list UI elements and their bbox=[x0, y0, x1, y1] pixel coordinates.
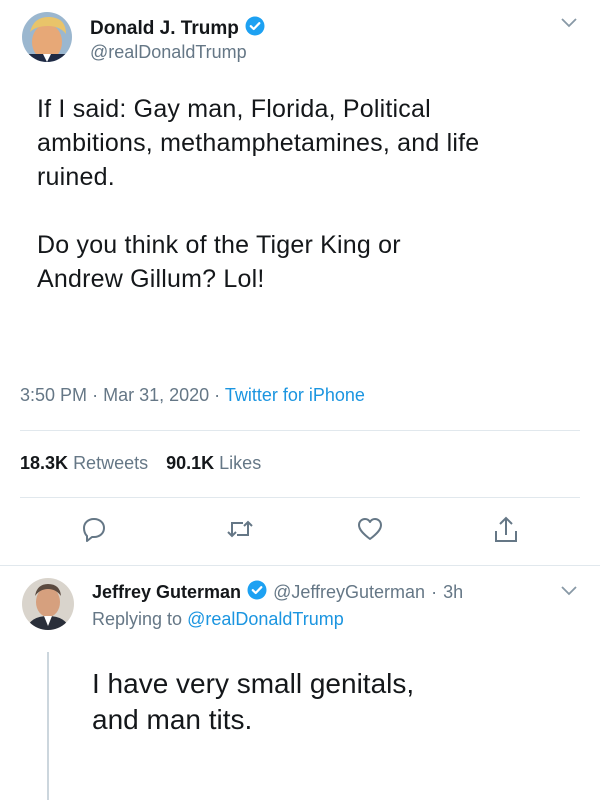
reply-author-row[interactable]: Jeffrey Guterman @JeffreyGuterman · 3h bbox=[92, 580, 463, 605]
replying-to: Replying to @realDonaldTrump bbox=[92, 609, 344, 630]
tweet-actions bbox=[0, 515, 600, 555]
meta-separator: · bbox=[92, 385, 99, 405]
divider bbox=[0, 565, 600, 566]
retweets-stat[interactable]: 18.3K Retweets bbox=[20, 453, 148, 474]
meta-separator: · bbox=[214, 385, 221, 405]
retweet-icon[interactable] bbox=[225, 515, 255, 548]
reply-age: 3h bbox=[443, 582, 464, 602]
reply-text-line: I have very small genitals, bbox=[92, 668, 415, 699]
author-avatar[interactable] bbox=[22, 12, 72, 62]
verified-badge-icon bbox=[247, 580, 267, 605]
replying-prefix: Replying to bbox=[92, 609, 183, 629]
author-handle[interactable]: @realDonaldTrump bbox=[90, 42, 247, 63]
retweets-label: Retweets bbox=[73, 453, 149, 473]
tweet-stats: 18.3K Retweets 90.1K Likes bbox=[20, 453, 261, 474]
thread-line bbox=[47, 652, 49, 800]
reply-icon[interactable] bbox=[80, 515, 108, 548]
tweet-text-line: Andrew Gillum? Lol! bbox=[37, 265, 265, 293]
meta-separator: · bbox=[431, 582, 438, 602]
tweet-date[interactable]: Mar 31, 2020 bbox=[103, 385, 209, 405]
tweet-time: 3:50 PM bbox=[20, 385, 88, 405]
verified-badge-icon bbox=[245, 16, 265, 42]
likes-label: Likes bbox=[219, 453, 262, 473]
tweet-text-line: Do you think of the Tiger King or bbox=[37, 231, 401, 259]
divider bbox=[20, 497, 580, 498]
tweet-text-line: If I said: Gay man, Florida, Political bbox=[37, 95, 431, 123]
tweet-source-link[interactable]: Twitter for iPhone bbox=[225, 385, 365, 405]
tweet-meta: 3:50 PM · Mar 31, 2020 · Twitter for iPh… bbox=[20, 385, 365, 406]
divider bbox=[20, 430, 580, 431]
reply-author-avatar[interactable] bbox=[22, 578, 74, 630]
reply-author-name: Jeffrey Guterman bbox=[92, 582, 242, 602]
heart-icon[interactable] bbox=[356, 515, 384, 548]
reply-author-handle: @JeffreyGuterman bbox=[273, 582, 426, 602]
tweet-text-line: ambitions, methamphetamines, and life bbox=[37, 129, 480, 157]
chevron-down-icon[interactable] bbox=[560, 584, 578, 602]
retweets-count: 18.3K bbox=[20, 453, 69, 473]
reply-text-line: and man tits. bbox=[92, 704, 253, 735]
reply-text: I have very small genitals, and man tits… bbox=[92, 666, 572, 738]
chevron-down-icon[interactable] bbox=[560, 16, 578, 34]
author-name[interactable]: Donald J. Trump bbox=[90, 16, 265, 42]
share-icon[interactable] bbox=[492, 515, 520, 550]
likes-count: 90.1K bbox=[166, 453, 215, 473]
tweet-text-line: ruined. bbox=[37, 163, 115, 191]
tweet-text: If I said: Gay man, Florida, Political a… bbox=[37, 92, 577, 296]
likes-stat[interactable]: 90.1K Likes bbox=[166, 453, 261, 474]
author-name-text: Donald J. Trump bbox=[90, 18, 239, 39]
replying-mention-link[interactable]: @realDonaldTrump bbox=[187, 609, 344, 629]
